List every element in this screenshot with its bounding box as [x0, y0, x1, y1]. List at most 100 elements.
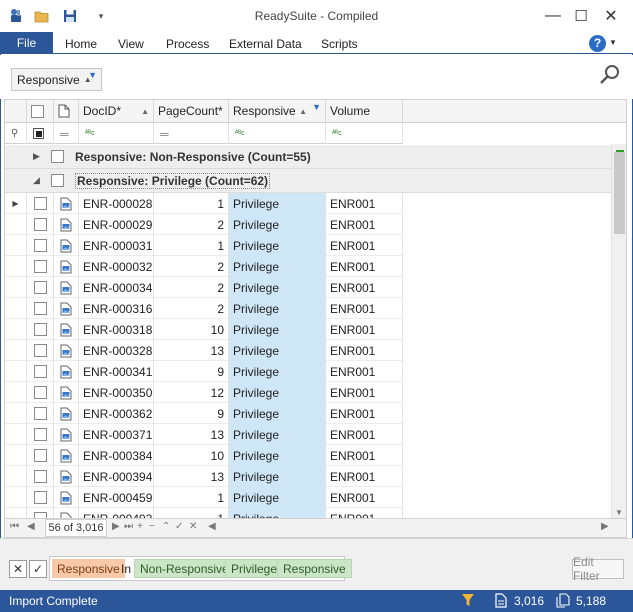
- cell-pagecount[interactable]: 9: [154, 403, 229, 424]
- row-select-cell[interactable]: [27, 298, 54, 319]
- cell-docid[interactable]: ENR-000350: [79, 382, 154, 403]
- table-row[interactable]: ENR-000362 9 Privilege ENR001: [5, 403, 403, 424]
- vertical-scrollbar[interactable]: ▼: [611, 144, 626, 518]
- clear-filter-button[interactable]: ✕: [9, 560, 27, 578]
- filter-checkbox-cell[interactable]: [27, 123, 54, 144]
- close-button[interactable]: ✕: [596, 4, 626, 28]
- scroll-down-icon[interactable]: ▼: [615, 508, 623, 517]
- cell-responsive[interactable]: Privilege: [229, 403, 326, 424]
- filter-icon[interactable]: ▼: [88, 70, 97, 80]
- cell-responsive[interactable]: Privilege: [229, 277, 326, 298]
- row-checkbox[interactable]: [33, 470, 47, 483]
- cell-volume[interactable]: ENR001: [326, 361, 403, 382]
- table-row[interactable]: ENR-000384 10 Privilege ENR001: [5, 445, 403, 466]
- cell-volume[interactable]: ENR001: [326, 277, 403, 298]
- row-checkbox[interactable]: [33, 239, 47, 252]
- row-select-cell[interactable]: [27, 319, 54, 340]
- cell-docid[interactable]: ENR-000459: [79, 487, 154, 508]
- filter-value-token[interactable]: Privilege: [225, 559, 284, 578]
- tab-home[interactable]: Home: [65, 37, 97, 51]
- table-row[interactable]: ENR-000341 9 Privilege ENR001: [5, 361, 403, 382]
- cell-pagecount[interactable]: 2: [154, 214, 229, 235]
- scroll-thumb[interactable]: [614, 152, 625, 234]
- row-checkbox[interactable]: [33, 344, 47, 357]
- cell-pagecount[interactable]: 13: [154, 424, 229, 445]
- cell-docid[interactable]: ENR-000384: [79, 445, 154, 466]
- group-row-non-responsive[interactable]: ▶ Responsive: Non-Responsive (Count=55): [5, 145, 611, 169]
- help-icon[interactable]: ?: [589, 35, 606, 52]
- filter-expression[interactable]: Responsive In Non-Responsive Privilege R…: [49, 556, 352, 581]
- image-file-icon[interactable]: [54, 256, 79, 277]
- row-select-cell[interactable]: [27, 361, 54, 382]
- cell-docid[interactable]: ENR-000034: [79, 277, 154, 298]
- image-file-icon[interactable]: [54, 424, 79, 445]
- scroll-right-icon[interactable]: ▶: [601, 521, 609, 532]
- cell-responsive[interactable]: Privilege: [229, 214, 326, 235]
- tab-file[interactable]: File: [0, 32, 53, 54]
- search-icon[interactable]: [599, 64, 623, 88]
- row-checkbox[interactable]: [33, 365, 47, 378]
- row-select-cell[interactable]: [27, 508, 54, 518]
- cell-responsive[interactable]: Privilege: [229, 424, 326, 445]
- cell-volume[interactable]: ENR001: [326, 235, 403, 256]
- cell-pagecount[interactable]: 10: [154, 319, 229, 340]
- tab-external-data[interactable]: External Data: [229, 37, 302, 51]
- cell-pagecount[interactable]: 13: [154, 466, 229, 487]
- row-checkbox[interactable]: [33, 449, 47, 462]
- image-file-icon[interactable]: [54, 487, 79, 508]
- edit-record-icon[interactable]: ⌃: [162, 521, 170, 532]
- row-select-cell[interactable]: [27, 277, 54, 298]
- image-file-icon[interactable]: [54, 466, 79, 487]
- cell-responsive[interactable]: Privilege: [229, 340, 326, 361]
- tab-view[interactable]: View: [118, 37, 144, 51]
- cell-pagecount[interactable]: 1: [154, 193, 229, 214]
- cell-pagecount[interactable]: 9: [154, 361, 229, 382]
- row-select-cell[interactable]: [27, 445, 54, 466]
- cell-responsive[interactable]: Privilege: [229, 235, 326, 256]
- cell-responsive[interactable]: Privilege: [229, 508, 326, 518]
- tab-process[interactable]: Process: [166, 37, 209, 51]
- cell-volume[interactable]: ENR001: [326, 214, 403, 235]
- table-row[interactable]: ENR-000328 13 Privilege ENR001: [5, 340, 403, 361]
- cell-pagecount[interactable]: 12: [154, 382, 229, 403]
- file-type-header[interactable]: [54, 100, 79, 123]
- text-filter-icon[interactable]: ᴬᴮc: [79, 123, 154, 144]
- filter-field-token[interactable]: Responsive: [52, 559, 125, 578]
- minimize-button[interactable]: —: [538, 4, 568, 28]
- table-row[interactable]: ENR-000371 13 Privilege ENR001: [5, 424, 403, 445]
- cell-volume[interactable]: ENR001: [326, 508, 403, 518]
- row-checkbox[interactable]: [33, 218, 47, 231]
- tab-scripts[interactable]: Scripts: [321, 37, 358, 51]
- select-all-header[interactable]: [27, 100, 54, 123]
- table-row[interactable]: ENR-000034 2 Privilege ENR001: [5, 277, 403, 298]
- row-select-cell[interactable]: [27, 487, 54, 508]
- cell-responsive[interactable]: Privilege: [229, 466, 326, 487]
- cell-responsive[interactable]: Privilege: [229, 361, 326, 382]
- table-row[interactable]: ENR-000493 1 Privilege ENR001: [5, 508, 403, 518]
- cell-docid[interactable]: ENR-000341: [79, 361, 154, 382]
- image-file-icon[interactable]: [54, 235, 79, 256]
- row-select-cell[interactable]: [27, 340, 54, 361]
- select-all-checkbox[interactable]: [31, 104, 44, 118]
- table-row[interactable]: ENR-000316 2 Privilege ENR001: [5, 298, 403, 319]
- filter-operator-token[interactable]: In: [116, 559, 136, 578]
- cell-volume[interactable]: ENR001: [326, 424, 403, 445]
- cell-pagecount[interactable]: 2: [154, 256, 229, 277]
- row-select-cell[interactable]: [27, 466, 54, 487]
- last-record-icon[interactable]: ⏭: [124, 521, 133, 532]
- cell-volume[interactable]: ENR001: [326, 256, 403, 277]
- group-checkbox[interactable]: [51, 150, 64, 163]
- cell-pagecount[interactable]: 1: [154, 235, 229, 256]
- scroll-left-icon[interactable]: ◀: [208, 521, 216, 532]
- image-file-icon[interactable]: [54, 193, 79, 214]
- cancel-edit-icon[interactable]: ✕: [189, 521, 197, 532]
- enable-filter-checkbox[interactable]: ✓: [29, 560, 47, 578]
- cell-responsive[interactable]: Privilege: [229, 256, 326, 277]
- expand-icon[interactable]: ▶: [33, 151, 40, 162]
- image-file-icon[interactable]: [54, 508, 79, 518]
- cell-pagecount[interactable]: 13: [154, 340, 229, 361]
- row-select-cell[interactable]: [27, 193, 54, 214]
- row-checkbox[interactable]: [33, 512, 47, 518]
- cell-volume[interactable]: ENR001: [326, 487, 403, 508]
- image-file-icon[interactable]: [54, 361, 79, 382]
